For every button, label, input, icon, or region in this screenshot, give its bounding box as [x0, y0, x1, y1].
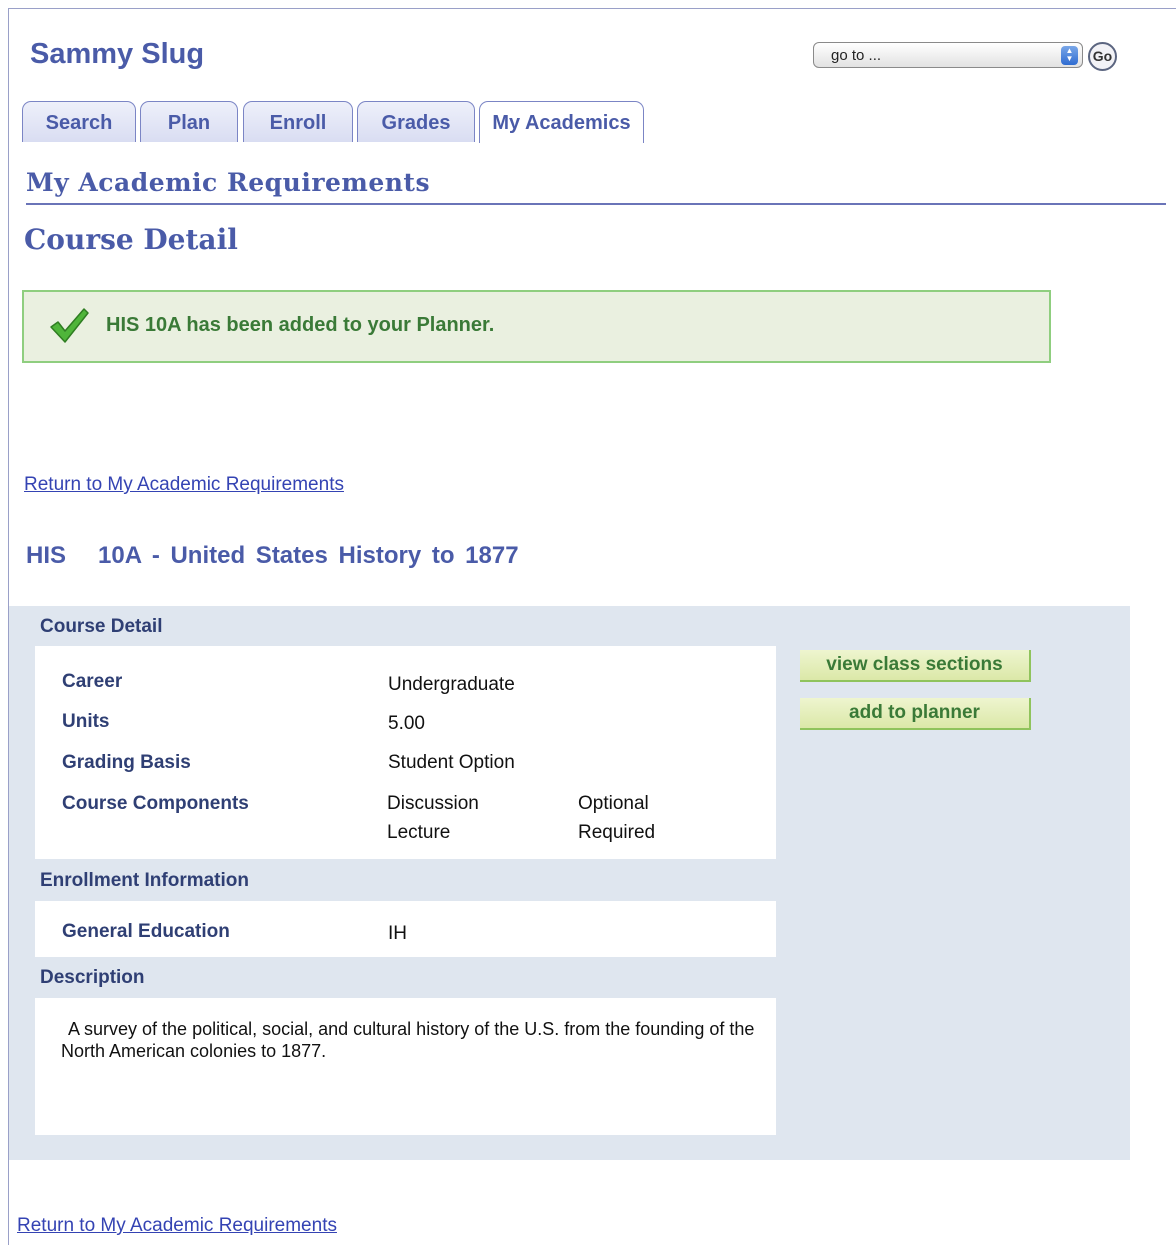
career-value: Undergraduate — [388, 674, 515, 695]
general-education-value: IH — [388, 923, 407, 944]
add-to-planner-button[interactable]: add to planner — [800, 698, 1031, 730]
select-arrows-icon: ▲ ▼ — [1061, 46, 1078, 65]
component-name: Lecture — [387, 822, 451, 843]
checkmark-icon — [50, 308, 89, 343]
enrollment-info-heading: Enrollment Information — [40, 870, 249, 891]
component-name: Discussion — [387, 793, 479, 814]
tab-search[interactable]: Search — [22, 101, 136, 142]
user-name: Sammy Slug — [30, 38, 205, 70]
grading-basis-value: Student Option — [388, 752, 515, 773]
section-title: My Academic Requirements — [26, 168, 431, 197]
course-heading: HIS 10A - United States History to 1877 — [26, 542, 519, 569]
units-label: Units — [62, 711, 110, 732]
confirmation-text: HIS 10A has been added to your Planner. — [106, 314, 495, 336]
course-components-label: Course Components — [62, 793, 249, 814]
goto-select-value: go to ... — [831, 47, 882, 64]
section-divider — [26, 203, 1166, 205]
goto-select[interactable]: go to ... ▲ ▼ — [813, 42, 1083, 68]
description-text: A survey of the political, social, and c… — [61, 1019, 755, 1061]
general-education-label: General Education — [62, 921, 230, 942]
tab-grades[interactable]: Grades — [357, 101, 475, 142]
tab-plan[interactable]: Plan — [140, 101, 238, 142]
career-label: Career — [62, 671, 123, 692]
return-link-bottom[interactable]: Return to My Academic Requirements — [17, 1215, 337, 1237]
go-button[interactable]: Go — [1088, 42, 1117, 71]
page-title: Course Detail — [24, 223, 238, 256]
course-detail-heading: Course Detail — [40, 616, 163, 637]
component-status: Required — [578, 822, 656, 843]
tab-my-academics[interactable]: My Academics — [479, 101, 644, 143]
grading-basis-label: Grading Basis — [62, 752, 191, 773]
confirmation-message-box: HIS 10A has been added to your Planner. — [22, 290, 1051, 363]
component-status: Optional — [578, 793, 649, 814]
view-class-sections-button[interactable]: view class sections — [800, 650, 1031, 682]
description-heading: Description — [40, 967, 145, 988]
return-link-top[interactable]: Return to My Academic Requirements — [24, 474, 344, 496]
units-value: 5.00 — [388, 713, 425, 734]
tab-enroll[interactable]: Enroll — [243, 101, 353, 142]
